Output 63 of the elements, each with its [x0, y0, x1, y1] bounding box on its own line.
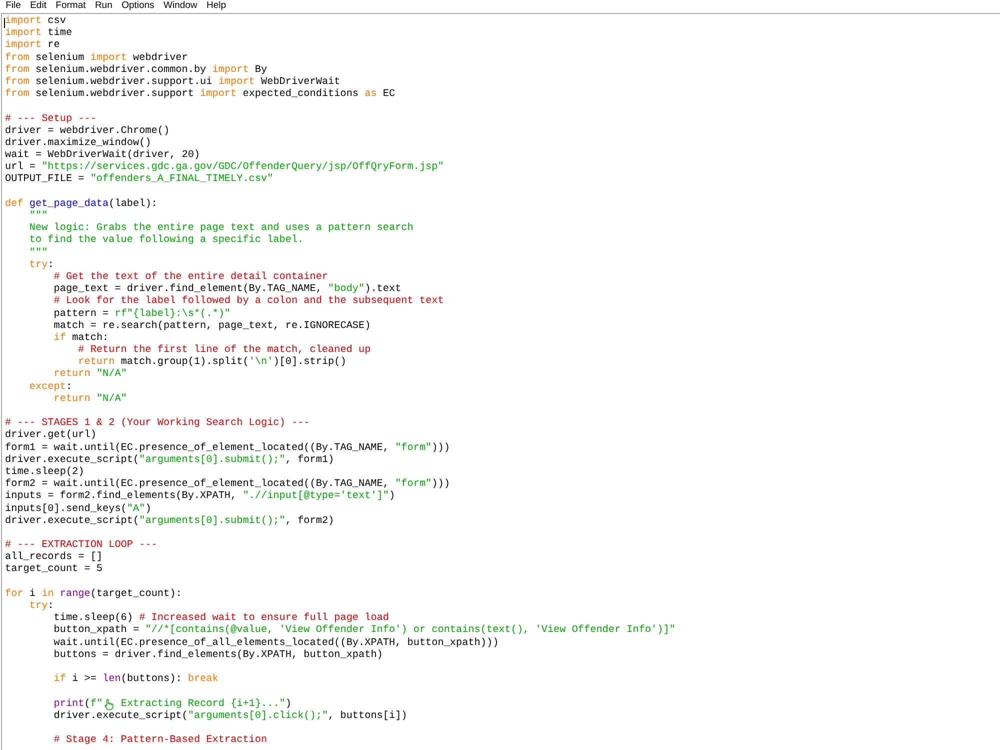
- code-text: driver.maximize_window(): [5, 138, 152, 150]
- code-text: # Look for the label followed by a colon and the subsequent text: [54, 296, 444, 308]
- code-text: # --- Setup ---: [5, 114, 96, 126]
- code-text: import csv: [5, 16, 66, 28]
- code-text: driver.execute_script("arguments[0].click();", buttons[i]): [54, 710, 408, 723]
- code-text: return match.group(1).split('\n')[0].strip(): [78, 357, 346, 368]
- code-text: from selenium.webdriver.support.ui import WebDriverWait: [5, 76, 340, 88]
- code-text: driver = webdriver.Chrome(): [5, 126, 170, 138]
- code-text: form1 = wait.until(EC.presence_of_element_located((By.TAG_NAME, "form"))): [5, 442, 450, 454]
- code-text: url = "https://services.gdc.ga.gov/GDC/OffenderQuery/jsp/OffQryForm.jsp": [5, 162, 444, 174]
- code-text: for i in range(target_count):: [5, 588, 182, 601]
- code-text: New logic: Grabs the entire page text and uses a pattern search: [29, 223, 414, 234]
- code-text: all_records = []: [5, 552, 103, 564]
- code-text: """: [29, 211, 48, 223]
- code-text: match = re.search(pattern, page_text, re.IGNORECASE): [54, 320, 371, 332]
- code-text: buttons = driver.find_elements(By.XPATH, button_xpath): [54, 650, 383, 662]
- code-text: import time: [5, 28, 72, 40]
- code-text: driver.execute_script("arguments[0].submit();", form2): [5, 516, 334, 528]
- code-text: pattern = rf"{label}:\s*(.*)": [54, 308, 231, 320]
- code-editor[interactable]: [1, 13, 1000, 750]
- code-text: from selenium import webdriver: [5, 52, 188, 64]
- code-text: print(f": [54, 698, 103, 710]
- code-text: # --- EXTRACTION LOOP ---: [5, 540, 158, 552]
- code-text: time.sleep(6) # Increased wait to ensure full page load: [54, 613, 389, 624]
- text-cursor: [4, 18, 5, 28]
- code-text: import re: [5, 40, 60, 52]
- code-text: def get_page_data(label):: [5, 198, 158, 210]
- menu-item[interactable]: File: [1, 0, 26, 11]
- code-text: from selenium.webdriver.common.by import By: [5, 64, 268, 76]
- menu-item[interactable]: Edit: [26, 0, 52, 11]
- menu-item[interactable]: Format: [51, 0, 90, 11]
- code-text: driver.get(url): [5, 430, 96, 442]
- code-text: # Return the first line of the match, cleaned up: [78, 345, 371, 356]
- code-text: return "N/A": [54, 369, 127, 382]
- code-text: page_text = driver.find_element(By.TAG_NAME, "body").text: [54, 284, 402, 296]
- code-text: try:: [29, 601, 54, 614]
- code-text: from selenium.webdriver.support import expected_conditions as EC: [5, 89, 396, 102]
- code-text: # Stage 4: Pattern-Based Extraction: [54, 735, 268, 748]
- code-text: return "N/A": [54, 394, 127, 406]
- menu-item[interactable]: Window: [158, 0, 202, 11]
- pointing-hand-icon: [104, 699, 114, 710]
- code-text: target_count = 5: [5, 564, 103, 577]
- code-text: time.sleep(2): [5, 466, 84, 478]
- code-text: # Get the text of the entire detail container: [54, 272, 328, 284]
- code-text: driver.execute_script("arguments[0].submit();", form1): [5, 454, 334, 466]
- code-text: wait = WebDriverWait(driver, 20): [5, 150, 200, 162]
- code-text: try:: [29, 260, 54, 272]
- code-text: inputs = form2.find_elements(By.XPATH, ".//input[@type='text']"): [5, 491, 396, 504]
- menu-item[interactable]: Help: [202, 0, 231, 11]
- code-text: """: [29, 248, 48, 260]
- menu-item[interactable]: Options: [116, 0, 159, 11]
- code-text: except:: [29, 382, 72, 394]
- code-text: Extracting Record {i+1}..."): [120, 698, 292, 710]
- code-text: # --- STAGES 1 & 2 (Your Working Search Logic) ---: [5, 418, 310, 430]
- code-text: to find the value following a specific label.: [29, 235, 304, 248]
- code-text: if i >= len(buttons): break: [54, 674, 218, 686]
- code-text: OUTPUT_FILE = "offenders_A_FINAL_TIMELY.csv": [5, 174, 274, 187]
- code-text: if match:: [54, 332, 109, 345]
- code-text: inputs[0].send_keys("A"): [5, 504, 152, 516]
- code-text: wait.until(EC.presence_of_all_elements_located((By.XPATH, button_xpath))): [54, 638, 499, 650]
- menu-item[interactable]: Run: [90, 0, 117, 11]
- code-text: button_xpath = "//*[contains(@value, 'View Offender Info') or contains(text(), 'View Offender Info')]": [54, 625, 676, 638]
- code-text: form2 = wait.until(EC.presence_of_element_located((By.TAG_NAME, "form"))): [5, 479, 450, 490]
